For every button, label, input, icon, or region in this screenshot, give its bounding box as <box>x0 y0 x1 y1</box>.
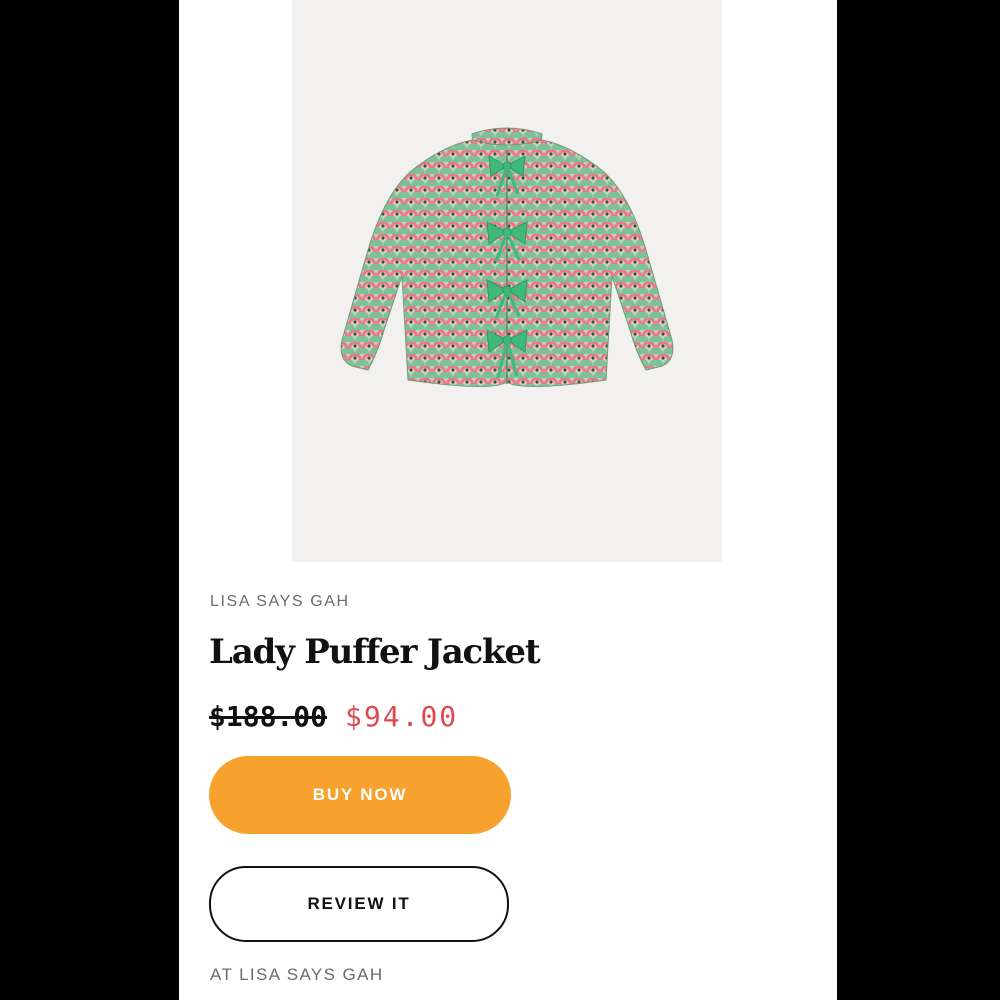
review-it-button[interactable]: REVIEW IT <box>209 866 509 942</box>
sale-price: $94.00 <box>345 700 459 733</box>
store-link[interactable]: AT LISA SAYS GAH <box>210 965 384 985</box>
product-card: LISA SAYS GAH Lady Puffer Jacket $188.00… <box>179 0 837 1000</box>
jacket-image <box>340 127 674 388</box>
product-title: Lady Puffer Jacket <box>209 632 541 672</box>
brand-name[interactable]: LISA SAYS GAH <box>210 593 350 611</box>
product-image[interactable] <box>292 0 722 562</box>
original-price: $188.00 <box>209 700 328 733</box>
price-row: $188.00 $94.00 <box>209 700 458 733</box>
buy-now-button[interactable]: BUY NOW <box>209 756 511 834</box>
